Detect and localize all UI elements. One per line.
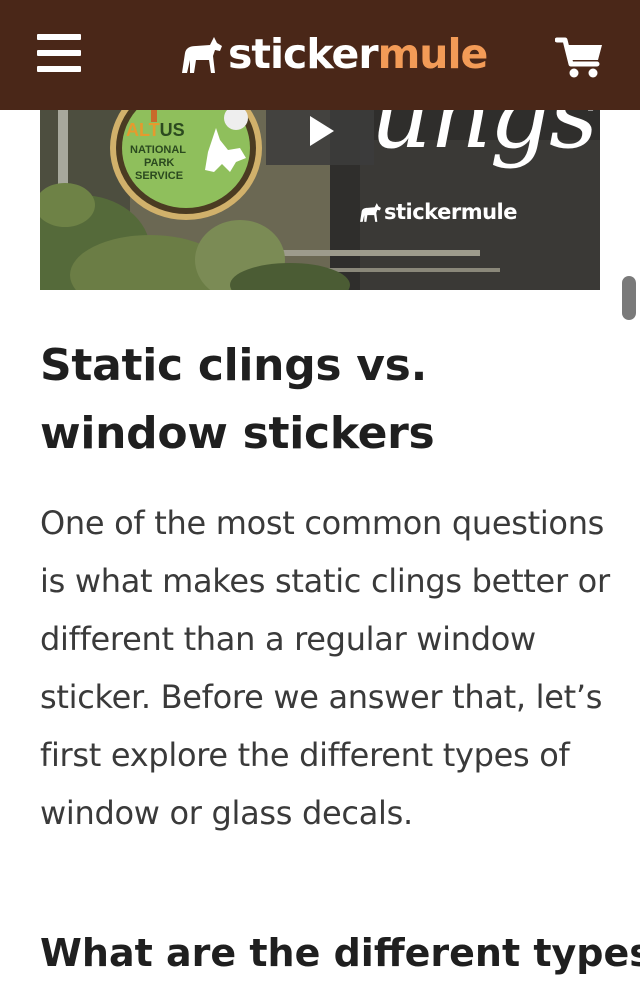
badge-line1: NATIONAL: [130, 144, 187, 156]
stickermule-logo[interactable]: stickermule: [178, 26, 489, 82]
badge-line3: SERVICE: [135, 170, 184, 182]
article-paragraph: One of the most common questions is what…: [40, 504, 610, 832]
badge-alt-text: ALTUS: [126, 120, 185, 140]
logo-mule-text: mule: [377, 29, 489, 78]
video-brand-sticker: sticker: [384, 200, 461, 224]
cart-icon[interactable]: [554, 36, 605, 80]
video-brand-logo: sticker mule: [358, 200, 517, 224]
video-player[interactable]: ALTUS NATIONAL PARK SERVICE ungs sticker…: [40, 100, 600, 290]
play-icon: [310, 116, 334, 146]
badge-line2: PARK: [144, 157, 175, 169]
top-nav-bar: stickermule: [0, 0, 640, 110]
article-title: Static clings vs. window stickers: [40, 340, 435, 459]
hamburger-menu-icon[interactable]: [37, 34, 81, 72]
video-brand-mule: mule: [460, 200, 518, 224]
scrollbar-thumb[interactable]: [622, 276, 636, 320]
mule-logo-icon: [360, 203, 381, 222]
section-heading: What are the different types of: [40, 931, 640, 975]
logo-sticker-text: sticker: [228, 29, 379, 78]
mule-logo-icon: [182, 37, 222, 73]
